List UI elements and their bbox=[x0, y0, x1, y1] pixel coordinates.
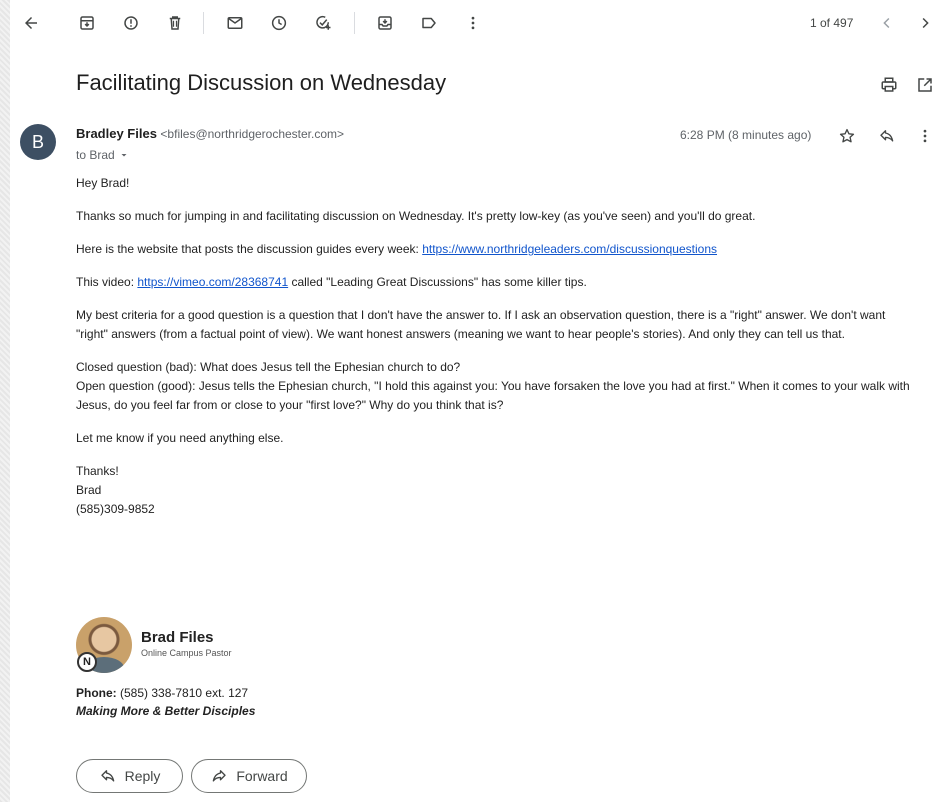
star-icon[interactable] bbox=[836, 125, 858, 147]
sender-name[interactable]: Bradley Files bbox=[76, 126, 157, 141]
more-vertical-icon[interactable] bbox=[462, 12, 484, 34]
label-icon[interactable] bbox=[418, 12, 440, 34]
toolbar-divider bbox=[203, 12, 204, 34]
newer-chevron-left-icon[interactable] bbox=[876, 12, 898, 34]
archive-icon[interactable] bbox=[76, 12, 98, 34]
reply-arrow-icon bbox=[100, 770, 114, 782]
recipient-label: to Brad bbox=[76, 148, 115, 162]
closing-phone: (585)309-9852 bbox=[76, 502, 155, 516]
body-text: Open question (good): Jesus tells the Ep… bbox=[76, 379, 910, 412]
closing-name: Brad bbox=[76, 483, 102, 497]
body-paragraph: This video: https://vimeo.com/28368741 c… bbox=[76, 273, 918, 292]
signature-title: Online Campus Pastor bbox=[141, 648, 232, 658]
more-vertical-icon[interactable] bbox=[914, 125, 936, 147]
message-counter: 1 of 497 bbox=[810, 16, 854, 30]
signature-phone: Phone: (585) 338-7810 ext. 127 bbox=[76, 686, 248, 700]
report-spam-icon[interactable] bbox=[120, 12, 142, 34]
add-to-tasks-icon[interactable] bbox=[312, 12, 334, 34]
toolbar-divider bbox=[354, 12, 355, 34]
signature-phone-value: (585) 338-7810 ext. 127 bbox=[116, 686, 249, 700]
snooze-clock-icon[interactable] bbox=[268, 12, 290, 34]
discussion-guides-link[interactable]: https://www.northridgeleaders.com/discus… bbox=[422, 242, 717, 256]
body-text: Here is the website that posts the discu… bbox=[76, 242, 423, 256]
reply-button-label: Reply bbox=[124, 768, 161, 784]
northridge-logo-icon: N bbox=[77, 652, 97, 672]
signature-name: Brad Files bbox=[141, 629, 214, 646]
print-icon[interactable] bbox=[878, 74, 900, 96]
signature-tagline: Making More & Better Disciples bbox=[76, 704, 256, 718]
body-paragraph: Thanks so much for jumping in and facili… bbox=[76, 209, 756, 223]
forward-button-label: Forward bbox=[236, 768, 288, 784]
recipient-details-toggle[interactable]: to Brad bbox=[76, 148, 130, 162]
closing-text: Thanks! bbox=[76, 464, 119, 478]
email-subject: Facilitating Discussion on Wednesday bbox=[76, 70, 447, 95]
signature-phone-label: Phone: bbox=[76, 686, 117, 700]
caret-down-icon bbox=[121, 154, 127, 157]
body-paragraph: Closed question (bad): What does Jesus t… bbox=[76, 358, 918, 415]
body-paragraph: My best criteria for a good question is … bbox=[76, 308, 886, 341]
email-view: 1 of 497 Facilitating Discussion on Wedn… bbox=[10, 0, 939, 802]
delete-icon[interactable] bbox=[164, 12, 186, 34]
reply-button[interactable]: Reply bbox=[76, 759, 183, 793]
body-paragraph: Here is the website that posts the discu… bbox=[76, 240, 918, 259]
move-to-icon[interactable] bbox=[374, 12, 396, 34]
mark-unread-icon[interactable] bbox=[224, 12, 246, 34]
reply-icon[interactable] bbox=[876, 125, 898, 147]
forward-arrow-icon bbox=[213, 770, 226, 782]
vimeo-video-link[interactable]: https://vimeo.com/28368741 bbox=[137, 275, 288, 289]
body-greeting: Hey Brad! bbox=[76, 176, 130, 190]
email-body: Hey Brad! Thanks so much for jumping in … bbox=[76, 174, 918, 533]
body-text: Closed question (bad): What does Jesus t… bbox=[76, 360, 461, 374]
body-closing: Thanks! Brad (585)309-9852 bbox=[76, 462, 918, 519]
body-paragraph: Let me know if you need anything else. bbox=[76, 431, 284, 445]
email-timestamp: 6:28 PM (8 minutes ago) bbox=[680, 128, 812, 142]
body-text: called "Leading Great Discussions" has s… bbox=[288, 275, 587, 289]
sender-line: Bradley Files <bfiles@northridgerocheste… bbox=[76, 126, 344, 141]
body-text: This video: bbox=[76, 275, 138, 289]
older-chevron-right-icon[interactable] bbox=[914, 12, 936, 34]
forward-button[interactable]: Forward bbox=[191, 759, 307, 793]
back-arrow-icon[interactable] bbox=[20, 12, 42, 34]
sender-avatar[interactable]: B bbox=[20, 124, 56, 160]
open-in-new-window-icon[interactable] bbox=[914, 74, 936, 96]
sender-email: <bfiles@northridgerochester.com> bbox=[160, 127, 345, 141]
